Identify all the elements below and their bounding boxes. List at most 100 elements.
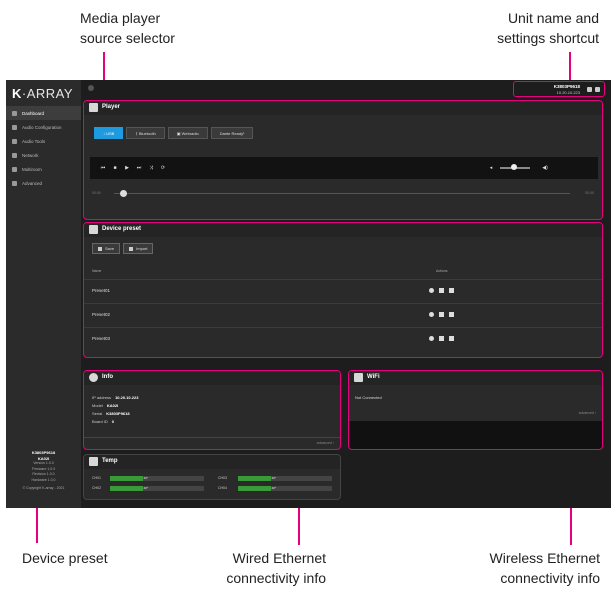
info-board-id: Board ID 0	[92, 419, 115, 424]
table-row: Preset02	[84, 303, 602, 325]
temp-value: 40°	[271, 476, 277, 480]
info-model: Model KA02I	[92, 403, 119, 408]
next-icon[interactable]: ⏭	[136, 165, 142, 171]
network-icon	[12, 152, 17, 158]
download-preset-icon[interactable]	[449, 336, 454, 341]
previous-icon[interactable]: ⏮	[100, 165, 106, 171]
column-header-name: Name	[92, 269, 102, 273]
temp-channel-label: CH01	[92, 476, 101, 480]
volume-low-icon: ◂	[489, 165, 493, 171]
table-row: Preset01	[84, 279, 602, 301]
tab-dante[interactable]: Dante Ready¹	[210, 127, 254, 139]
temp-channel-bar: 40°	[238, 476, 332, 481]
preset-title: Device preset	[102, 226, 142, 232]
time-elapsed: 00:00	[92, 191, 101, 195]
unit-ip: 10.20.10.223	[556, 90, 580, 95]
save-button[interactable]: Save	[92, 243, 121, 254]
audio-config-icon	[12, 124, 17, 130]
wifi-header: WiFi	[349, 371, 602, 385]
player-title: Player	[102, 104, 121, 110]
save-icon	[98, 246, 102, 251]
sidebar: K·ARRAY Dashboard Audio Configuration Au…	[6, 80, 81, 508]
shuffle-icon[interactable]: ⤨	[148, 165, 154, 171]
player-controls: ⏮ ■ ▶ ⏭ ⤨ ⟳ ◂ ◀)	[90, 157, 598, 179]
wifi-panel: WiFi Not Connected advanced ›	[348, 370, 603, 450]
temp-value: 40°	[143, 476, 149, 480]
temp-channel-label: CH03	[218, 476, 227, 480]
column-header-actions: Actions	[436, 269, 448, 273]
k-array-logo: K·ARRAY	[12, 86, 74, 101]
apply-preset-icon[interactable]	[429, 288, 434, 293]
unit-settings-shortcut[interactable]: K3803P9618 10.20.10.223	[513, 81, 605, 97]
info-icon	[89, 373, 98, 382]
info-panel: Info IP address 10.20.10.223 Model KA02I S…	[83, 370, 341, 450]
thermometer-icon	[89, 457, 98, 466]
apply-preset-icon[interactable]	[429, 336, 434, 341]
player-header: Player	[84, 101, 602, 115]
player-panel: Player ↓ USB ᛒ Bluetooth ▣ Webradio Dant…	[83, 100, 603, 220]
stop-icon[interactable]: ■	[112, 165, 118, 171]
volume-high-icon: ◀)	[542, 165, 548, 171]
volume-slider-handle[interactable]	[510, 164, 517, 170]
download-preset-icon[interactable]	[449, 288, 454, 293]
top-bar: K3803P9618 10.20.10.223	[81, 80, 611, 98]
app-screen: K·ARRAY Dashboard Audio Configuration Au…	[6, 80, 611, 508]
temp-channel-bar: 40°	[110, 486, 204, 491]
device-preset-panel: Device preset Save Import Name Actions P…	[83, 222, 603, 358]
temp-channel-bar: 40°	[238, 486, 332, 491]
repeat-icon[interactable]: ⟳	[160, 165, 166, 171]
temp-value: 40°	[143, 486, 149, 490]
temp-fill: 40°	[110, 476, 148, 481]
preset-toolbar: Save Import	[92, 243, 154, 254]
annotation-unit-name: Unit name and settings shortcut	[497, 10, 599, 46]
time-total: 00:00	[585, 191, 594, 195]
temp-fill: 40°	[110, 486, 148, 491]
annotation-wireless-ethernet: Wireless Ethernet connectivity info	[489, 550, 600, 586]
download-preset-icon[interactable]	[449, 312, 454, 317]
wifi-title: WiFi	[367, 374, 380, 380]
info-advanced-link[interactable]: advanced ›	[317, 441, 334, 445]
delete-preset-icon[interactable]	[439, 336, 444, 341]
preset-header: Device preset	[84, 223, 602, 237]
callout-line-unit	[569, 52, 571, 82]
import-button[interactable]: Import	[123, 243, 154, 254]
settings-icon[interactable]	[587, 87, 592, 92]
info-ip: IP address 10.20.10.223	[92, 395, 139, 400]
progress-slider-handle[interactable]	[120, 190, 128, 197]
tab-usb[interactable]: ↓ USB	[94, 127, 124, 139]
delete-preset-icon[interactable]	[439, 288, 444, 293]
lock-icon[interactable]	[595, 87, 600, 92]
sidebar-item-multiroom[interactable]: Multiroom	[6, 162, 81, 176]
info-title: Info	[102, 374, 113, 380]
apply-preset-icon[interactable]	[429, 312, 434, 317]
sidebar-item-advanced[interactable]: Advanced	[6, 176, 81, 190]
annotation-media-player: Media player source selector	[80, 10, 175, 46]
annotation-device-preset: Device preset	[22, 550, 108, 566]
progress-slider[interactable]	[114, 193, 570, 194]
info-serial: Serial K3803P9618	[92, 411, 130, 416]
sidebar-item-network[interactable]: Network	[6, 148, 81, 162]
preset-icon	[89, 225, 98, 234]
temp-channel-bar: 40°	[110, 476, 204, 481]
audio-tools-icon	[12, 138, 17, 144]
wifi-status: Not Connected	[355, 395, 382, 400]
delete-preset-icon[interactable]	[439, 312, 444, 317]
temp-fill: 40°	[238, 486, 276, 491]
tab-bluetooth[interactable]: ᛒ Bluetooth	[126, 127, 165, 139]
unit-name: K3803P9618	[553, 84, 580, 89]
player-icon	[89, 103, 98, 112]
temp-channel-label: CH04	[218, 486, 227, 490]
sidebar-item-dashboard[interactable]: Dashboard	[6, 106, 81, 120]
table-row: Preset03	[84, 327, 602, 349]
sidebar-nav: Dashboard Audio Configuration Audio Tool…	[6, 106, 81, 190]
tab-webradio[interactable]: ▣ Webradio	[167, 127, 208, 139]
play-icon[interactable]: ▶	[124, 165, 130, 171]
menu-toggle-icon[interactable]	[88, 85, 94, 91]
sidebar-item-audio-configuration[interactable]: Audio Configuration	[6, 120, 81, 134]
sidebar-item-audio-tools[interactable]: Audio Tools	[6, 134, 81, 148]
dashboard-icon	[12, 110, 17, 116]
temp-panel: Temp CH01 40° CH02 40° CH03 40° CH04 40°	[83, 454, 341, 500]
wifi-advanced-link[interactable]: advanced ›	[579, 411, 596, 415]
gear-icon	[12, 180, 17, 186]
temp-header: Temp	[84, 455, 340, 469]
